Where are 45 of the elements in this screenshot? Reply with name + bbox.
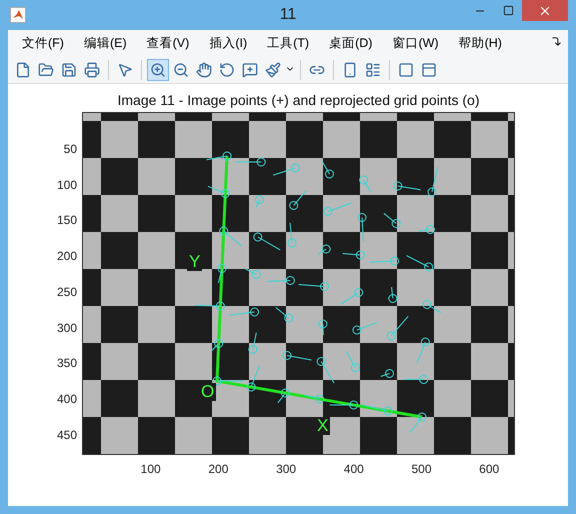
legend-icon bbox=[365, 62, 381, 78]
save-icon bbox=[61, 62, 77, 78]
menu-item[interactable]: 插入(I) bbox=[201, 34, 256, 52]
x-tick-label: 200 bbox=[208, 462, 228, 476]
y-tick-label: 200 bbox=[56, 249, 77, 263]
y-tick-label: 150 bbox=[56, 213, 77, 228]
x-tick-label: 100 bbox=[140, 462, 161, 476]
x-tick-label: 300 bbox=[276, 462, 296, 476]
window-title: 11 bbox=[280, 6, 296, 24]
y-tick-label: 450 bbox=[56, 428, 77, 442]
printer-icon bbox=[84, 62, 100, 78]
panel-icon bbox=[421, 62, 437, 78]
x-tick-label: 500 bbox=[411, 462, 432, 476]
zoom-out-icon bbox=[173, 62, 189, 78]
brush-icon bbox=[265, 62, 281, 78]
axis-letter: X bbox=[315, 417, 330, 435]
menu-item[interactable]: 窗口(W) bbox=[384, 34, 447, 52]
y-tick-label: 50 bbox=[64, 142, 77, 156]
maximize-icon bbox=[502, 5, 514, 16]
menu-item[interactable]: 桌面(D) bbox=[321, 34, 380, 52]
y-tick-label: 400 bbox=[56, 392, 77, 406]
plot-title: Image 11 - Image points (+) and reprojected grid points (o) bbox=[116, 92, 480, 108]
close-button[interactable] bbox=[522, 0, 568, 21]
y-tick-label: 300 bbox=[56, 320, 77, 334]
axis-letter: Y bbox=[187, 253, 202, 271]
menu-item[interactable]: 工具(T) bbox=[259, 34, 318, 52]
y-tick-label: 250 bbox=[56, 284, 77, 299]
rotate-icon bbox=[219, 62, 235, 78]
y-tick-label: 350 bbox=[56, 356, 77, 370]
hand-icon bbox=[196, 62, 212, 78]
x-tick-label: 400 bbox=[344, 462, 364, 476]
x-tick-label: 600 bbox=[479, 462, 500, 476]
axis-letter: O bbox=[199, 383, 216, 401]
square-icon bbox=[398, 62, 414, 78]
folder-icon bbox=[38, 62, 54, 78]
pointer-icon bbox=[117, 62, 133, 78]
new-file-icon bbox=[15, 62, 31, 78]
app-logo-icon bbox=[10, 7, 26, 23]
menu-item[interactable]: 查看(V) bbox=[138, 34, 198, 52]
zoom-in-icon bbox=[150, 62, 166, 78]
menu-item[interactable]: 帮助(H) bbox=[450, 34, 510, 52]
zoom-in-button[interactable] bbox=[147, 58, 169, 80]
y-tick-label: 100 bbox=[56, 178, 77, 192]
menu-item[interactable]: 文件(F) bbox=[14, 34, 72, 52]
menu-item[interactable]: 编辑(E) bbox=[76, 34, 135, 52]
